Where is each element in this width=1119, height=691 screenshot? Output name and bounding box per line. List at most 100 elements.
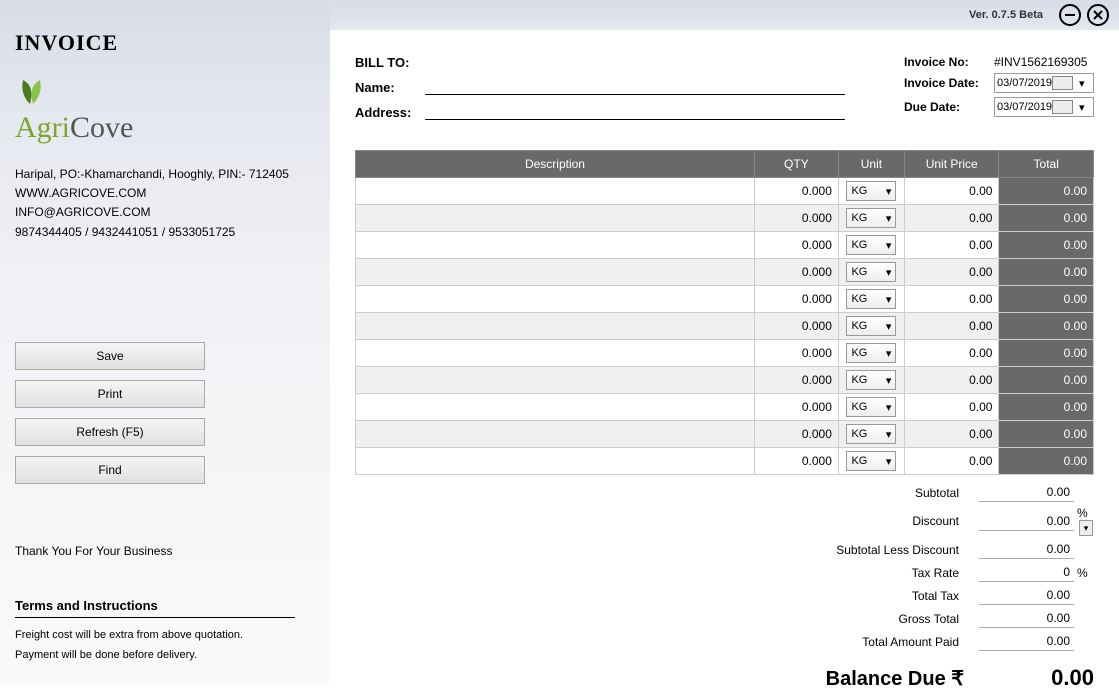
unit-select[interactable]: KG▾ bbox=[846, 343, 896, 363]
price-cell[interactable]: 0.00 bbox=[905, 286, 999, 313]
find-button[interactable]: Find bbox=[15, 456, 205, 484]
chevron-down-icon: ▾ bbox=[886, 293, 892, 306]
discount-unit-dropdown[interactable]: ▾ bbox=[1079, 520, 1093, 536]
minimize-button[interactable] bbox=[1059, 4, 1081, 26]
chevron-down-icon: ▾ bbox=[886, 347, 892, 360]
bill-address-input[interactable] bbox=[425, 101, 845, 120]
table-row: 0.000 KG▾ 0.000.00 bbox=[356, 394, 1094, 421]
desc-cell[interactable] bbox=[356, 232, 755, 259]
qty-cell[interactable]: 0.000 bbox=[754, 178, 838, 205]
chevron-down-icon: ▾ bbox=[886, 212, 892, 225]
col-description: Description bbox=[356, 151, 755, 178]
due-date-picker[interactable]: 03/07/2019▾ bbox=[994, 97, 1094, 117]
invoice-no-label: Invoice No: bbox=[904, 55, 994, 69]
desc-cell[interactable] bbox=[356, 340, 755, 367]
total-cell: 0.00 bbox=[999, 286, 1094, 313]
price-cell[interactable]: 0.00 bbox=[905, 448, 999, 475]
desc-cell[interactable] bbox=[356, 313, 755, 340]
price-cell[interactable]: 0.00 bbox=[905, 340, 999, 367]
refresh-button[interactable]: Refresh (F5) bbox=[15, 418, 205, 446]
qty-cell[interactable]: 0.000 bbox=[754, 286, 838, 313]
qty-cell[interactable]: 0.000 bbox=[754, 421, 838, 448]
unit-select[interactable]: KG▾ bbox=[846, 208, 896, 228]
price-cell[interactable]: 0.00 bbox=[905, 178, 999, 205]
unit-cell: KG▾ bbox=[838, 232, 904, 259]
company-logo: AgriCove bbox=[15, 76, 315, 145]
unit-cell: KG▾ bbox=[838, 259, 904, 286]
price-cell[interactable]: 0.00 bbox=[905, 232, 999, 259]
desc-cell[interactable] bbox=[356, 448, 755, 475]
gross-total-label: Gross Total bbox=[779, 612, 979, 626]
qty-cell[interactable]: 0.000 bbox=[754, 340, 838, 367]
desc-cell[interactable] bbox=[356, 259, 755, 286]
chevron-down-icon: ▾ bbox=[886, 374, 892, 387]
chevron-down-icon: ▾ bbox=[886, 401, 892, 414]
chevron-down-icon: ▾ bbox=[886, 185, 892, 198]
table-row: 0.000 KG▾ 0.000.00 bbox=[356, 286, 1094, 313]
unit-select[interactable]: KG▾ bbox=[846, 181, 896, 201]
chevron-down-icon: ▾ bbox=[886, 239, 892, 252]
subtotal-less-label: Subtotal Less Discount bbox=[779, 543, 979, 557]
price-cell[interactable]: 0.00 bbox=[905, 394, 999, 421]
unit-cell: KG▾ bbox=[838, 178, 904, 205]
print-button[interactable]: Print bbox=[15, 380, 205, 408]
unit-select[interactable]: KG▾ bbox=[846, 235, 896, 255]
chevron-down-icon: ▾ bbox=[886, 455, 892, 468]
total-cell: 0.00 bbox=[999, 259, 1094, 286]
col-price: Unit Price bbox=[905, 151, 999, 178]
qty-cell[interactable]: 0.000 bbox=[754, 394, 838, 421]
amount-paid-value[interactable]: 0.00 bbox=[979, 632, 1074, 651]
unit-cell: KG▾ bbox=[838, 421, 904, 448]
brand-part2: Cove bbox=[70, 111, 133, 144]
price-cell[interactable]: 0.00 bbox=[905, 313, 999, 340]
chevron-down-icon: ▾ bbox=[1073, 77, 1091, 90]
unit-select[interactable]: KG▾ bbox=[846, 451, 896, 471]
col-total: Total bbox=[999, 151, 1094, 178]
tax-rate-label: Tax Rate bbox=[779, 566, 979, 580]
desc-cell[interactable] bbox=[356, 178, 755, 205]
price-cell[interactable]: 0.00 bbox=[905, 421, 999, 448]
qty-cell[interactable]: 0.000 bbox=[754, 448, 838, 475]
subtotal-label: Subtotal bbox=[779, 486, 979, 500]
total-cell: 0.00 bbox=[999, 205, 1094, 232]
price-cell[interactable]: 0.00 bbox=[905, 367, 999, 394]
desc-cell[interactable] bbox=[356, 367, 755, 394]
price-cell[interactable]: 0.00 bbox=[905, 259, 999, 286]
desc-cell[interactable] bbox=[356, 421, 755, 448]
desc-cell[interactable] bbox=[356, 394, 755, 421]
desc-cell[interactable] bbox=[356, 286, 755, 313]
total-cell: 0.00 bbox=[999, 340, 1094, 367]
chevron-down-icon: ▾ bbox=[886, 428, 892, 441]
qty-cell[interactable]: 0.000 bbox=[754, 313, 838, 340]
save-button[interactable]: Save bbox=[15, 342, 205, 370]
unit-select[interactable]: KG▾ bbox=[846, 262, 896, 282]
unit-cell: KG▾ bbox=[838, 313, 904, 340]
price-cell[interactable]: 0.00 bbox=[905, 205, 999, 232]
subtotal-less-value: 0.00 bbox=[979, 540, 1074, 559]
terms-title: Terms and Instructions bbox=[15, 598, 295, 618]
unit-select[interactable]: KG▾ bbox=[846, 370, 896, 390]
unit-select[interactable]: KG▾ bbox=[846, 424, 896, 444]
total-cell: 0.00 bbox=[999, 313, 1094, 340]
table-row: 0.000KG▾0.000.00 bbox=[356, 448, 1094, 475]
close-button[interactable] bbox=[1087, 4, 1109, 26]
unit-select[interactable]: KG▾ bbox=[846, 289, 896, 309]
table-row: 0.000 KG▾ 0.000.00 bbox=[356, 313, 1094, 340]
total-tax-value: 0.00 bbox=[979, 586, 1074, 605]
table-row: 0.000 KG▾ 0.000.00 bbox=[356, 205, 1094, 232]
bill-name-input[interactable] bbox=[425, 76, 845, 95]
discount-value[interactable]: 0.00 bbox=[979, 512, 1074, 531]
total-cell: 0.00 bbox=[999, 394, 1094, 421]
qty-cell[interactable]: 0.000 bbox=[754, 205, 838, 232]
total-cell: 0.00 bbox=[999, 178, 1094, 205]
unit-select[interactable]: KG▾ bbox=[846, 397, 896, 417]
qty-cell[interactable]: 0.000 bbox=[754, 232, 838, 259]
desc-cell[interactable] bbox=[356, 205, 755, 232]
qty-cell[interactable]: 0.000 bbox=[754, 367, 838, 394]
unit-select[interactable]: KG▾ bbox=[846, 316, 896, 336]
tax-rate-value[interactable]: 0 bbox=[979, 563, 1074, 582]
invoice-date-picker[interactable]: 03/07/2019▾ bbox=[994, 73, 1094, 93]
qty-cell[interactable]: 0.000 bbox=[754, 259, 838, 286]
items-table: Description QTY Unit Unit Price Total 0.… bbox=[355, 150, 1094, 475]
invoice-no-value: #INV1562169305 bbox=[994, 55, 1094, 69]
